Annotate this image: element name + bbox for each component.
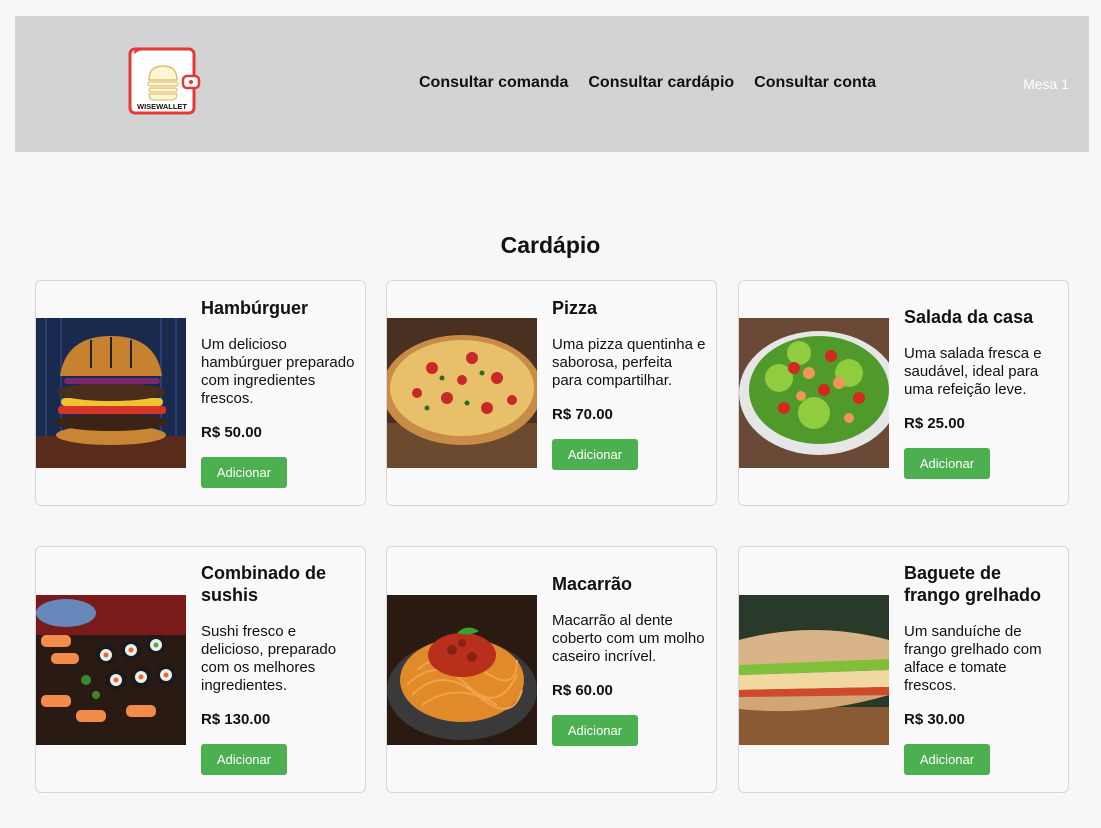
add-button[interactable]: Adicionar bbox=[552, 715, 638, 746]
item-description: Uma pizza quentinha e saborosa, perfeita… bbox=[552, 336, 706, 389]
pasta-image bbox=[387, 595, 537, 745]
menu-card-sushi: Combinado de sushis Sushi fresco e delic… bbox=[35, 546, 366, 793]
baguette-image bbox=[739, 595, 889, 745]
menu-card-pizza: Pizza Uma pizza quentinha e saborosa, pe… bbox=[386, 280, 717, 506]
add-button[interactable]: Adicionar bbox=[552, 439, 638, 470]
item-description: Uma salada fresca e saudável, ideal para… bbox=[904, 345, 1042, 398]
item-name: Macarrão bbox=[552, 574, 633, 594]
item-name: Combinado de sushis bbox=[201, 563, 326, 605]
item-price: R$ 130.00 bbox=[201, 711, 271, 728]
menu-card-macarrao: Macarrão Macarrão al dente coberto com u… bbox=[386, 546, 717, 793]
item-name: Pizza bbox=[552, 298, 598, 318]
add-button[interactable]: Adicionar bbox=[201, 457, 287, 488]
menu-card-baguete: Baguete de frango grelhado Um sanduíche … bbox=[738, 546, 1069, 793]
item-price: R$ 25.00 bbox=[904, 415, 965, 432]
salad-image bbox=[739, 318, 889, 468]
pizza-image bbox=[387, 318, 537, 468]
table-label: Mesa 1 bbox=[1023, 76, 1069, 92]
nav-consultar-conta[interactable]: Consultar conta bbox=[754, 74, 876, 92]
item-description: Um delicioso hambúrguer preparado com in… bbox=[201, 336, 355, 407]
header: WISEWALLET Consultar comanda Consultar c… bbox=[15, 16, 1089, 152]
item-price: R$ 60.00 bbox=[552, 682, 613, 699]
logo-text: WISEWALLET bbox=[137, 102, 187, 111]
menu-card-salada: Salada da casa Uma salada fresca e saudá… bbox=[738, 280, 1069, 506]
wisewallet-logo[interactable]: WISEWALLET bbox=[128, 47, 202, 115]
item-name: Baguete de frango grelhado bbox=[904, 563, 1042, 605]
item-price: R$ 50.00 bbox=[201, 424, 262, 441]
main-nav: Consultar comanda Consultar cardápio Con… bbox=[419, 74, 876, 92]
item-name: Hambúrguer bbox=[201, 298, 309, 318]
sushi-image bbox=[36, 595, 186, 745]
nav-consultar-cardapio[interactable]: Consultar cardápio bbox=[588, 74, 734, 92]
item-price: R$ 30.00 bbox=[904, 711, 965, 728]
item-name: Salada da casa bbox=[904, 307, 1034, 327]
page-title: Cardápio bbox=[500, 232, 601, 258]
hamburger-image bbox=[36, 318, 186, 468]
add-button[interactable]: Adicionar bbox=[904, 448, 990, 479]
menu-card-hamburguer: Hambúrguer Um delicioso hambúrguer prepa… bbox=[35, 280, 366, 506]
item-description: Sushi fresco e delicioso, preparado com … bbox=[201, 623, 337, 694]
nav-consultar-comanda[interactable]: Consultar comanda bbox=[419, 74, 568, 92]
add-button[interactable]: Adicionar bbox=[904, 744, 990, 775]
item-price: R$ 70.00 bbox=[552, 406, 613, 423]
item-description: Um sanduíche de frango grelhado com alfa… bbox=[904, 623, 1042, 694]
item-description: Macarrão al dente coberto com um molho c… bbox=[552, 612, 705, 665]
add-button[interactable]: Adicionar bbox=[201, 744, 287, 775]
